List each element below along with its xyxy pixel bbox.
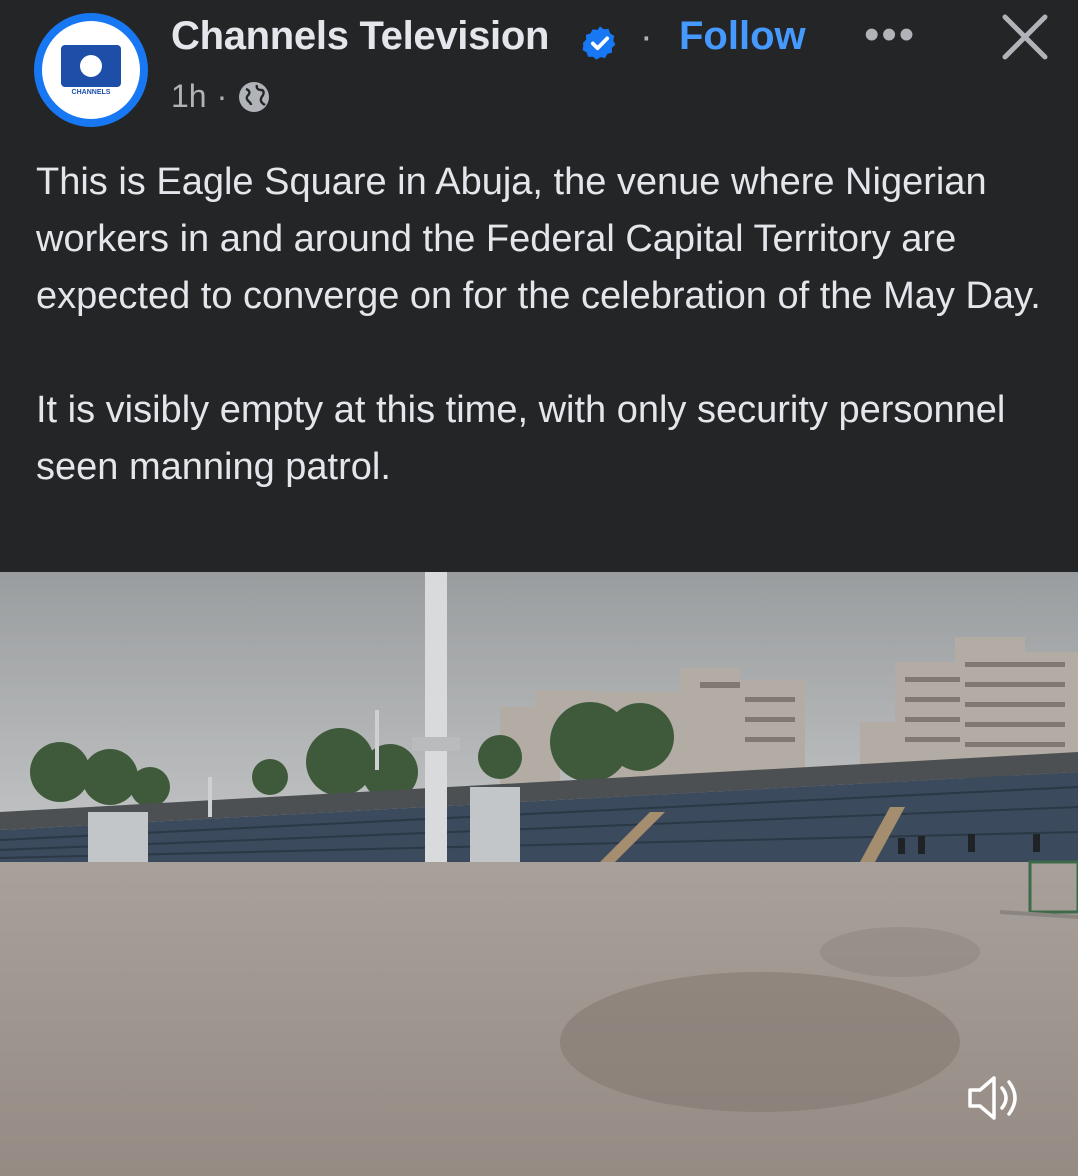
header-separator: · — [640, 16, 653, 58]
follow-button[interactable]: Follow — [679, 14, 806, 59]
post-photo[interactable] — [0, 572, 1078, 1176]
globe-icon — [239, 81, 270, 112]
page-name-link[interactable]: Channels Television — [171, 14, 549, 59]
meta-separator: · — [216, 78, 228, 114]
post-header: CHANNELS Channels Television · Follow ••… — [0, 0, 1078, 130]
close-icon[interactable] — [1000, 12, 1050, 62]
channels-logo-icon — [61, 44, 121, 87]
avatar-logo: CHANNELS — [42, 21, 140, 119]
post-timestamp[interactable]: 1h — [171, 78, 207, 115]
avatar-logo-text: CHANNELS — [71, 88, 111, 96]
speaker-icon[interactable] — [964, 1070, 1024, 1126]
logo-globe-shape — [80, 54, 102, 77]
post-meta: 1h · — [171, 78, 271, 115]
page-avatar[interactable]: CHANNELS — [34, 13, 148, 127]
post-text: This is Eagle Square in Abuja, the venue… — [36, 161, 1041, 488]
verified-badge-icon — [582, 26, 616, 60]
more-options-icon[interactable]: ••• — [864, 10, 916, 60]
